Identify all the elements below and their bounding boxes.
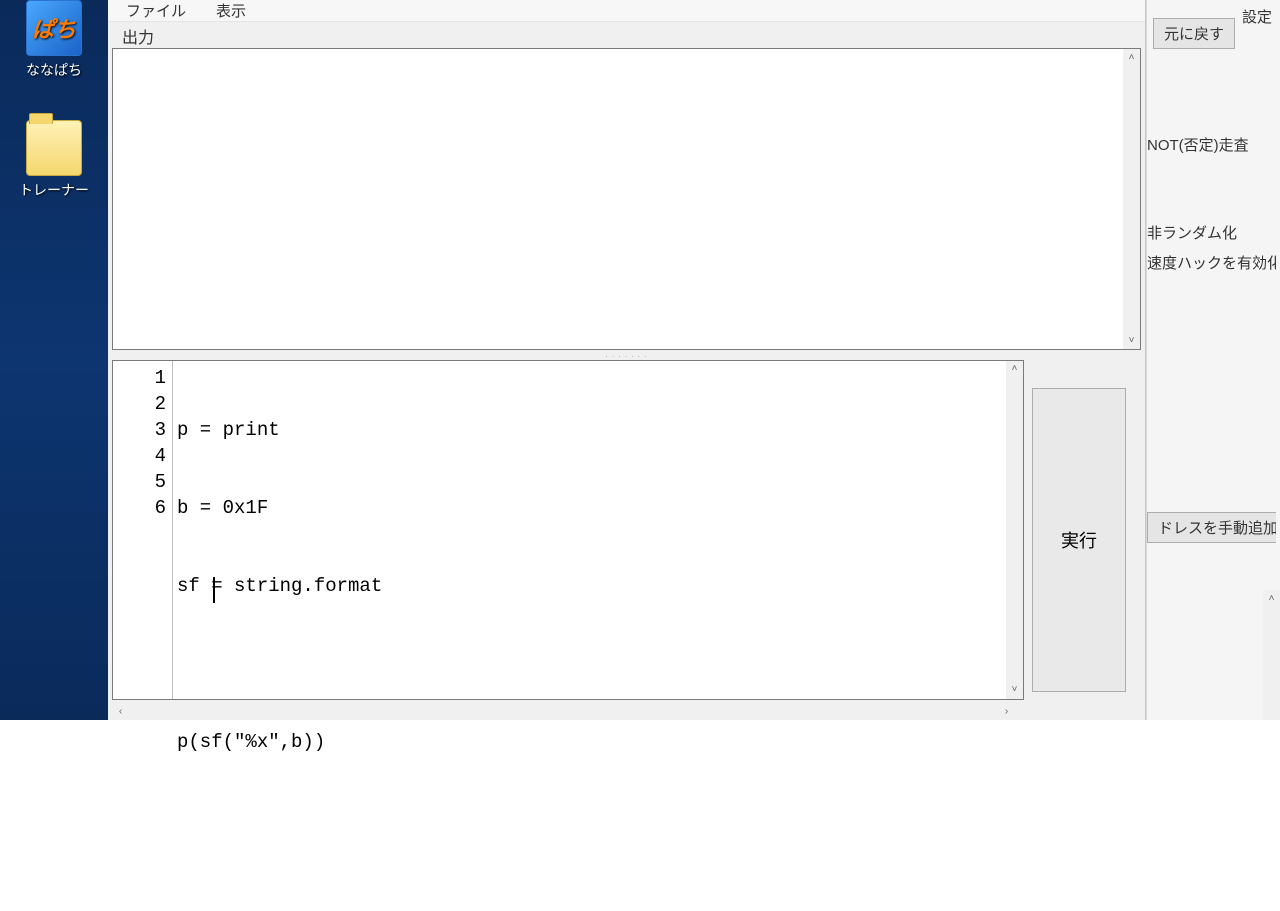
desktop-icon-trainer[interactable]: トレーナー [9, 120, 99, 200]
add-address-button[interactable]: ドレスを手動追加 [1147, 512, 1276, 543]
code-line: b = 0x1F [177, 495, 1023, 521]
option-not-scan-label[interactable]: NOT(否定)走査 [1147, 134, 1276, 155]
background-scrollbar-vertical[interactable]: ˄ [1263, 590, 1280, 720]
background-window: 設定 元に戻す NOT(否定)走査 非ランダム化 速度ハックを有効化 ドレスを手… [1146, 0, 1280, 720]
code-scrollbar-vertical[interactable]: ˄ ˅ [1006, 361, 1023, 699]
scroll-left-icon[interactable]: ‹ [112, 703, 129, 720]
text-cursor-icon [213, 577, 215, 603]
scroll-up-icon[interactable]: ˄ [1263, 590, 1280, 607]
output-scrollbar-vertical[interactable]: ˄ ˅ [1123, 49, 1140, 349]
code-line: p(sf("%x",b)) [177, 729, 1023, 755]
output-textarea[interactable]: ˄ ˅ [112, 48, 1141, 350]
line-number-gutter: 123456 [113, 361, 173, 699]
code-line: sf = string.format [177, 573, 1023, 599]
scroll-up-icon[interactable]: ˄ [1006, 361, 1023, 378]
lua-editor-window: ファイル 表示 出力 ˄ ˅ . . . . . . . 123456 p = … [108, 0, 1146, 720]
output-section-label: 出力 [108, 22, 1145, 46]
code-line [177, 651, 1023, 677]
menu-file[interactable]: ファイル [120, 0, 192, 23]
desktop-icon-label: トレーナー [9, 180, 99, 200]
pane-splitter[interactable]: . . . . . . . [108, 350, 1145, 360]
menubar: ファイル 表示 [108, 0, 1145, 22]
scroll-down-icon[interactable]: ˅ [1123, 332, 1140, 349]
code-scrollbar-horizontal[interactable]: ‹ › [112, 703, 1015, 720]
scroll-right-icon[interactable]: › [998, 703, 1015, 720]
undo-button[interactable]: 元に戻す [1153, 18, 1235, 49]
app-icon: ぱち [26, 0, 82, 56]
execute-button[interactable]: 実行 [1032, 388, 1126, 692]
scroll-up-icon[interactable]: ˄ [1123, 49, 1140, 66]
code-line [177, 807, 1023, 833]
code-text-area[interactable]: p = print b = 0x1F sf = string.format p(… [173, 361, 1023, 699]
menu-view[interactable]: 表示 [210, 0, 252, 23]
option-speedhack-label[interactable]: 速度ハックを有効化 [1147, 252, 1276, 273]
code-editor[interactable]: 123456 p = print b = 0x1F sf = string.fo… [112, 360, 1024, 700]
folder-icon [26, 120, 82, 176]
desktop-icon-label: ななぱち [9, 60, 99, 80]
scroll-down-icon[interactable]: ˅ [1006, 682, 1023, 699]
option-nonrandom-label[interactable]: 非ランダム化 [1147, 222, 1276, 243]
code-line: p = print [177, 417, 1023, 443]
desktop-strip: ぱち ななぱち トレーナー [0, 0, 108, 720]
desktop-icon-nanapachi[interactable]: ぱち ななぱち [9, 0, 99, 80]
